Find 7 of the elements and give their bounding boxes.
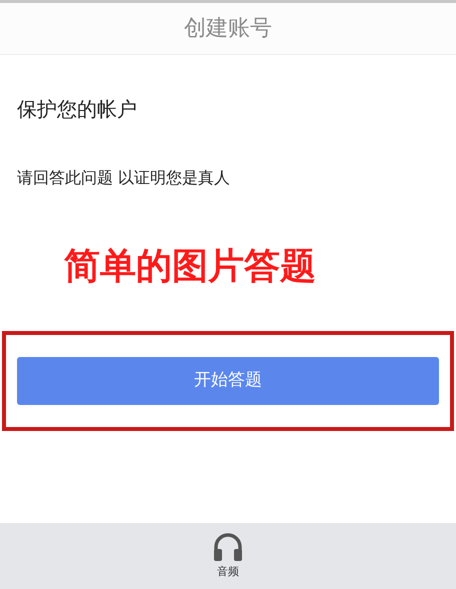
section-heading: 保护您的帐户 (17, 96, 138, 123)
audio-label: 音频 (217, 564, 239, 580)
page-title: 创建账号 (184, 15, 272, 43)
prompt-text: 请回答此问题 以证明您是真人 (17, 167, 232, 189)
audio-button[interactable]: 音频 (212, 532, 244, 580)
headphones-icon (212, 532, 244, 562)
annotation-text: 简单的图片答题 (64, 246, 316, 287)
